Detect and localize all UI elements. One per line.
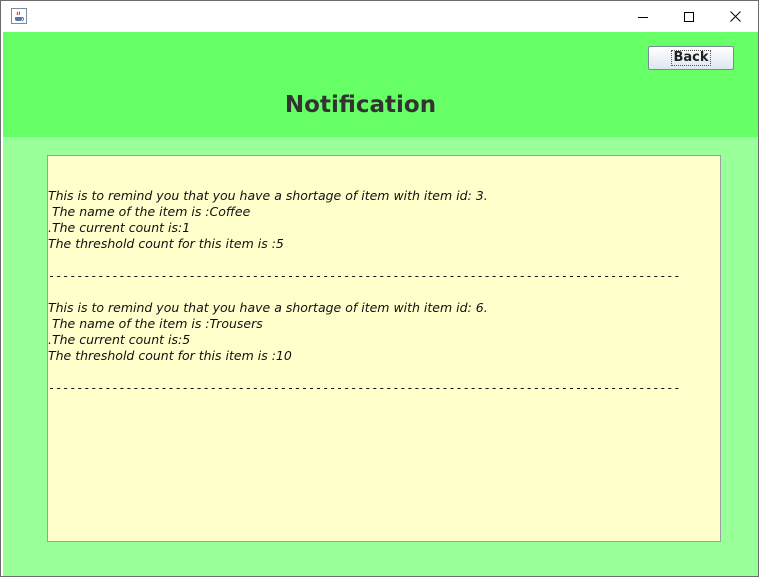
minimize-button[interactable] [620,1,666,32]
separator-line: ----------------------------------------… [48,269,681,283]
notification-entry: This is to remind you that you have a sh… [48,188,720,252]
separator-line: ----------------------------------------… [48,381,681,395]
notification-text-area[interactable]: This is to remind you that you have a sh… [47,155,721,542]
minimize-icon [638,16,648,18]
content-panel: This is to remind you that you have a sh… [3,137,758,576]
page-title: Notification [284,92,437,118]
java-cup-icon [11,8,27,24]
header-panel: Back Notification [3,32,758,137]
maximize-button[interactable] [666,1,712,32]
app-window: Back Notification This is to remind you … [0,0,759,577]
notification-line: This is to remind you that you have a sh… [48,300,488,315]
back-button-label: Back [671,50,711,66]
notification-line: This is to remind you that you have a sh… [48,188,488,203]
maximize-icon [684,11,694,22]
notification-line: The threshold count for this item is :10 [48,348,292,363]
notification-line: The name of the item is :Trousers [48,316,263,331]
close-icon [729,11,741,22]
notification-line: The threshold count for this item is :5 [48,236,284,251]
close-button[interactable] [712,1,758,32]
notification-line: The name of the item is :Coffee [48,204,251,219]
notification-line: .The current count is:5 [48,332,191,347]
title-bar[interactable] [1,1,758,32]
back-button[interactable]: Back [648,46,734,70]
notification-entry: This is to remind you that you have a sh… [48,300,720,364]
notification-line: .The current count is:1 [48,220,191,235]
